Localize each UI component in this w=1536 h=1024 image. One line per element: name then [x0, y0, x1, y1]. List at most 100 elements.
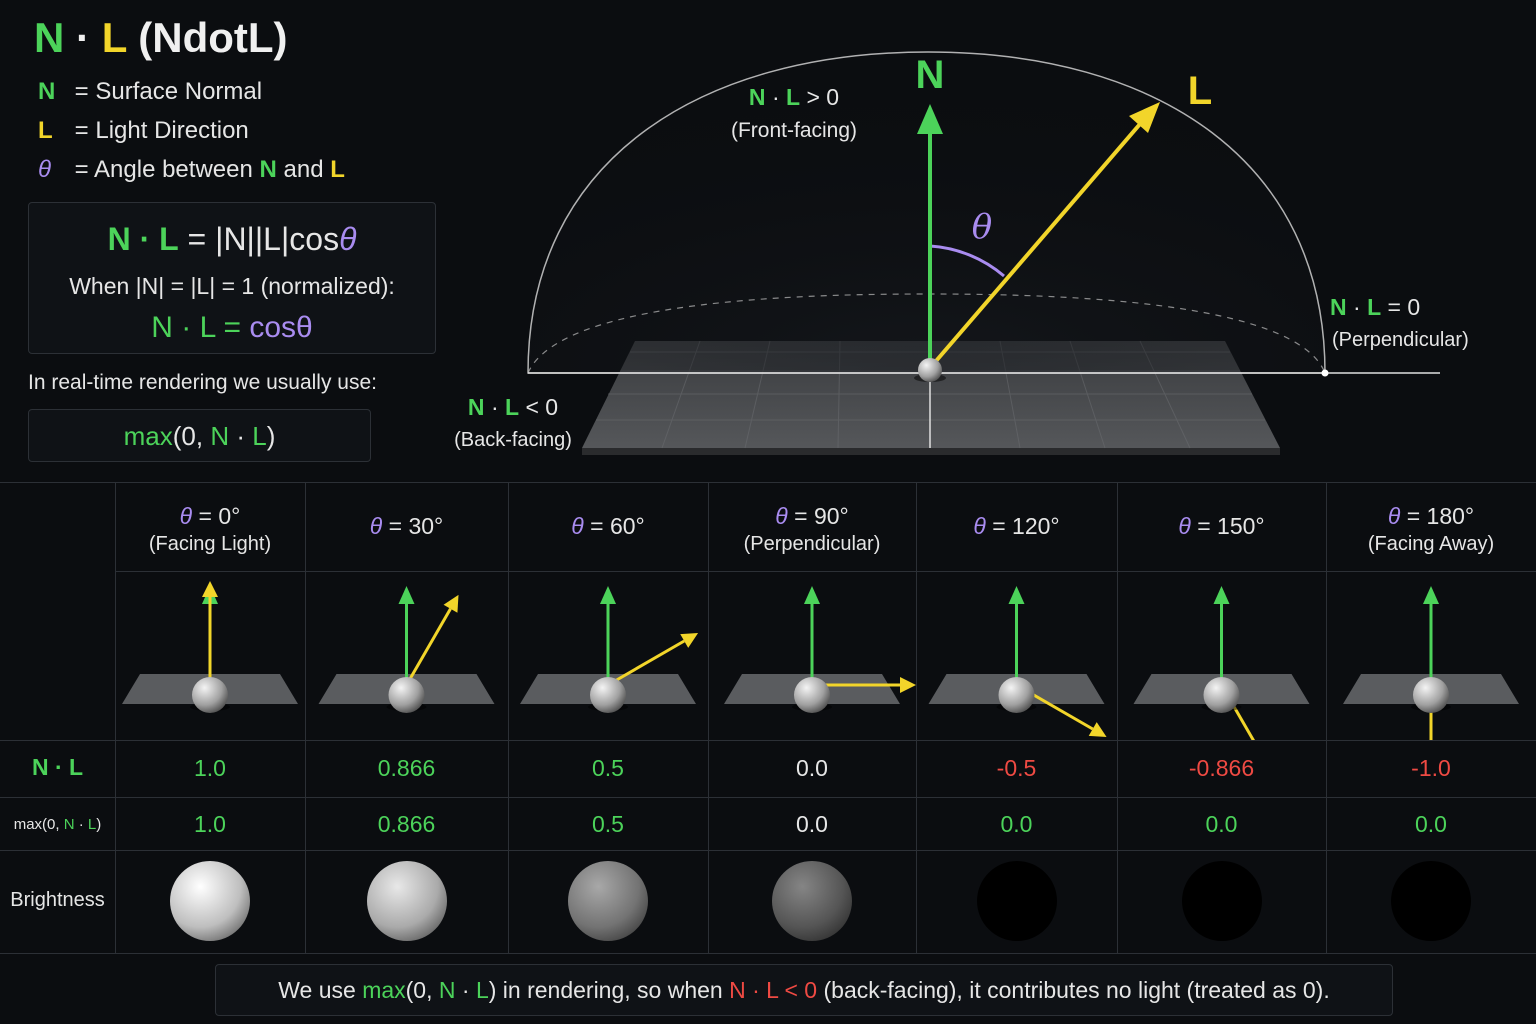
ndotl-value-3: 0.0: [796, 755, 828, 781]
mini-ball: [388, 677, 425, 713]
mini-light-line: [405, 608, 452, 686]
angle-table: N · L max(0, N · L) Brightness θ = 0° (Fa…: [0, 482, 1536, 954]
column-header-eq: = 150°: [1197, 513, 1265, 539]
perp-n: N: [1330, 294, 1347, 320]
max-value-0: 1.0: [194, 811, 226, 837]
ndotl-value-2: 0.5: [592, 755, 624, 781]
mini-normal-arrowhead: [1423, 586, 1439, 604]
back-desc: (Back-facing): [454, 429, 572, 451]
column-header-theta: θ: [775, 503, 788, 529]
ground-plane-edge: [582, 448, 1280, 455]
column-header-eq: = 120°: [992, 513, 1060, 539]
mini-ball: [192, 677, 228, 713]
footer-note: We use max(0, N · L) in rendering, so wh…: [215, 964, 1393, 1016]
max-value-6: 0.0: [1415, 811, 1447, 837]
column-header-angle: θ = 90°: [708, 502, 916, 530]
horizon-point: [1321, 369, 1329, 377]
ndotl-value-1: 0.866: [377, 755, 436, 781]
front-rel: > 0: [806, 84, 840, 110]
column-header-eq: = 30°: [388, 513, 444, 539]
ndotl-value-0: 1.0: [194, 755, 226, 781]
back-dot: ·: [490, 394, 499, 420]
ndotl-value-5: -0.866: [1188, 755, 1255, 781]
column-header-0: θ = 0° (Facing Light): [115, 502, 305, 558]
footer-max-fn: max: [362, 977, 406, 1003]
row-label-max-fn: max(0,: [13, 816, 60, 833]
column-header-eq: = 90°: [794, 503, 849, 529]
column-header-3: θ = 90° (Perpendicular): [708, 502, 916, 558]
back-rel: < 0: [525, 394, 559, 420]
mini-ball: [1413, 677, 1449, 713]
column-header-theta: θ: [1178, 513, 1191, 539]
column-header-angle: θ = 30°: [305, 512, 508, 540]
hemisphere-n-label: N: [916, 53, 945, 97]
hemisphere-l-label: L: [1188, 69, 1212, 113]
mini-normal-arrowhead: [1008, 586, 1025, 604]
row-label-ndotl: N · L: [0, 754, 115, 781]
column-diagram-4: [928, 586, 1107, 737]
footer-p2: (0,: [405, 977, 433, 1003]
row-label-max-dot: ·: [78, 816, 84, 833]
column-header-theta: θ: [369, 513, 383, 539]
max-value-5: 0.0: [1205, 811, 1238, 837]
footer-p4: (back-facing), it contributes no light (…: [823, 977, 1330, 1003]
row-label-max-n: N: [63, 816, 75, 833]
brightness-sphere-1: [366, 861, 447, 941]
column-header-theta: θ: [1387, 503, 1401, 529]
row-label-ndotl-text: N · L: [31, 754, 84, 780]
max-value-1: 0.866: [377, 811, 436, 837]
mini-normal-arrowhead: [398, 586, 415, 604]
max-value-3: 0.0: [796, 811, 828, 837]
front-n: N: [748, 84, 766, 110]
ndotl-value-4: -0.5: [996, 755, 1037, 781]
row-label-max: max(0, N · L): [0, 816, 115, 833]
footer-l: L: [475, 977, 489, 1003]
table-border-top: [0, 482, 1536, 483]
front-desc: (Front-facing): [730, 119, 858, 142]
column-diagram-5: [1133, 586, 1310, 740]
column-header-6: θ = 180° (Facing Away): [1326, 502, 1536, 558]
column-header-sub: (Facing Light): [148, 533, 272, 555]
column-diagram-0: [122, 581, 298, 713]
table-line-ndotl: [0, 740, 1536, 741]
hemisphere-diagram: N L θ: [527, 51, 1440, 455]
table-line-brightness: [0, 850, 1536, 851]
mini-ball: [590, 677, 626, 713]
ndotl-value-6: -1.0: [1411, 755, 1451, 781]
row-label-max-close: ): [96, 816, 102, 833]
column-header-5: θ = 150°: [1117, 512, 1326, 540]
row-label-brightness: Brightness: [10, 889, 105, 911]
brightness-sphere-5: [1181, 861, 1262, 941]
perp-l: L: [1367, 294, 1382, 320]
mini-ball: [998, 677, 1035, 713]
mini-normal-arrowhead: [600, 586, 616, 604]
column-header-eq: = 0°: [198, 503, 241, 529]
footer-p1: We use: [278, 977, 356, 1003]
column-header-sub: (Perpendicular): [743, 533, 881, 555]
max-value-2: 0.5: [592, 811, 624, 837]
back-n: N: [467, 394, 485, 420]
column-header-1: θ = 30°: [305, 512, 508, 540]
row-label-max-l: L: [87, 816, 97, 833]
front-l: L: [786, 84, 801, 110]
column-header-eq: = 60°: [590, 513, 645, 539]
mini-normal-arrowhead: [1213, 586, 1230, 604]
brightness-sphere-4: [976, 861, 1057, 941]
column-header-angle: θ = 60°: [508, 512, 708, 540]
mini-normal-arrowhead: [804, 586, 820, 604]
brightness-sphere-3: [772, 861, 852, 941]
perpendicular-label: N · L = 0 (Perpendicular): [1326, 294, 1486, 352]
hemisphere-theta-label: θ: [972, 207, 992, 247]
column-header-angle: θ = 0°: [115, 502, 305, 530]
mini-light-arrowhead: [900, 677, 916, 693]
origin-ball: [918, 358, 942, 382]
mini-ball: [1203, 677, 1240, 713]
column-header-sub: (Facing Away): [1367, 533, 1495, 555]
footer-n: N: [438, 977, 456, 1003]
brightness-sphere-0: [170, 861, 250, 941]
table-line-max: [0, 797, 1536, 798]
column-header-theta: θ: [179, 503, 193, 529]
column-diagram-1: [318, 586, 495, 713]
footer-dot: ·: [461, 977, 470, 1003]
perp-rel: = 0: [1387, 294, 1421, 320]
